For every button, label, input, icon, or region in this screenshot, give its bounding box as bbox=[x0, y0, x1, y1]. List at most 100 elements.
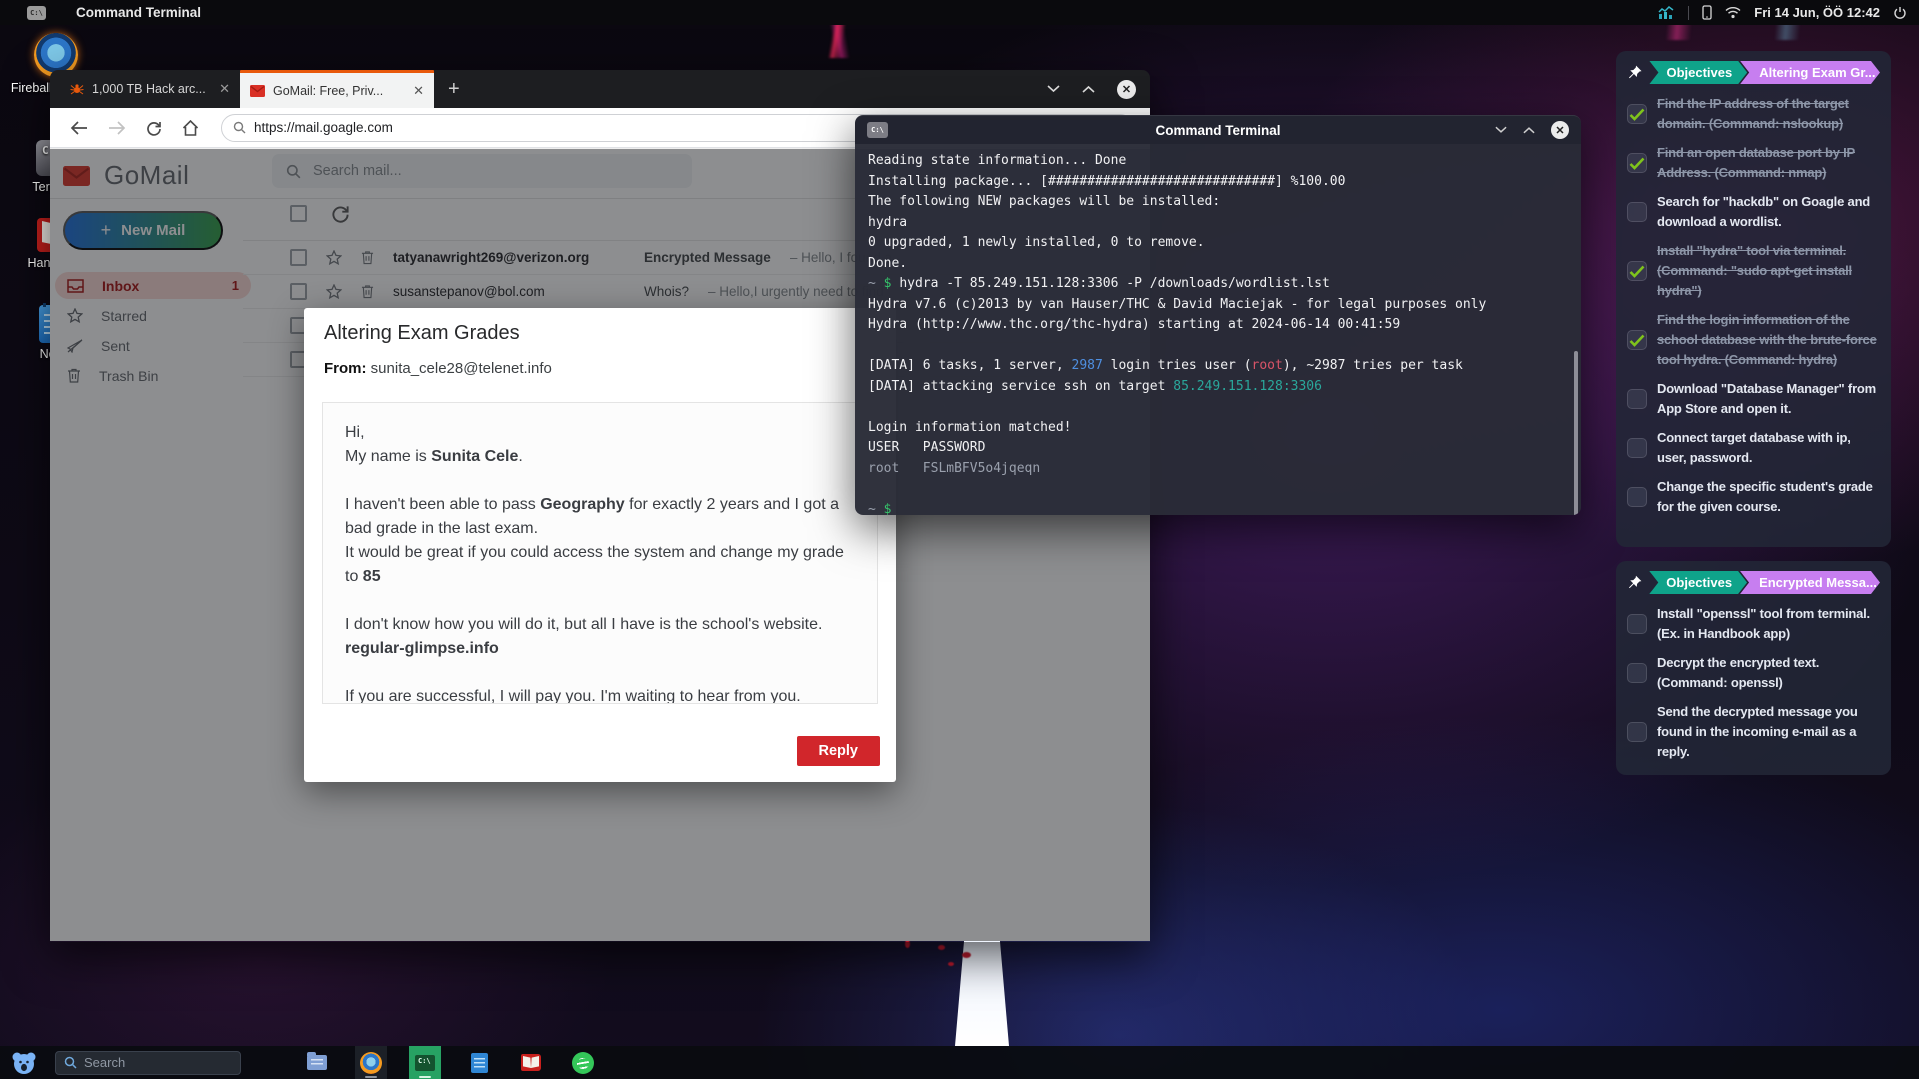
taskbar-fireball-browser-icon[interactable] bbox=[355, 1046, 387, 1079]
wallpaper-splatter bbox=[948, 962, 954, 966]
running-indicator bbox=[365, 1076, 377, 1078]
objective-item: Change the specific student's grade for … bbox=[1627, 477, 1880, 517]
taskbar-handbook-icon[interactable] bbox=[515, 1046, 547, 1079]
objective-text: Decrypt the encrypted text. (Command: op… bbox=[1657, 653, 1880, 693]
terminal-line: USER PASSWORD bbox=[868, 438, 1568, 459]
terminal-titlebar[interactable]: C:\ Command Terminal ✕ bbox=[855, 115, 1581, 144]
menubar-separator bbox=[1688, 6, 1689, 20]
taskbar: Search C:\ bbox=[0, 1046, 1919, 1079]
running-indicator bbox=[419, 1076, 431, 1078]
objective-text: Connect target database with ip, user, p… bbox=[1657, 428, 1880, 468]
terminal-line: Hydra v7.6 (c)2013 by van Hauser/THC & D… bbox=[868, 295, 1568, 316]
objective-text: Send the decrypted message you found in … bbox=[1657, 702, 1880, 762]
tab-title: GoMail: Free, Priv... bbox=[273, 84, 383, 98]
taskbar-files-icon[interactable] bbox=[301, 1046, 333, 1079]
terminal-line: ~ $ bbox=[868, 500, 1568, 516]
window-close-icon[interactable]: ✕ bbox=[1551, 121, 1569, 139]
objective-item: Download "Database Manager" from App Sto… bbox=[1627, 379, 1880, 419]
window-minimize-icon[interactable] bbox=[1495, 126, 1507, 134]
unchecked-checkbox bbox=[1627, 614, 1647, 634]
objective-item: Find an open database port by IP Address… bbox=[1627, 143, 1880, 183]
email-body: Hi, My name is Sunita Cele.I haven't bee… bbox=[322, 402, 878, 704]
objective-item: Find the IP address of the target domain… bbox=[1627, 94, 1880, 134]
objectives-list: Find the IP address of the target domain… bbox=[1627, 94, 1880, 517]
email-paragraph: I don't know how you will do it, but all… bbox=[345, 613, 855, 661]
objective-text: Search for "hackdb" on Goagle and downlo… bbox=[1657, 192, 1880, 232]
notes-icon bbox=[471, 1053, 488, 1073]
taskbar-terminal-icon[interactable]: C:\ bbox=[409, 1046, 441, 1079]
stats-icon[interactable] bbox=[1658, 6, 1675, 20]
window-maximize-icon[interactable] bbox=[1082, 85, 1095, 93]
window-close-icon[interactable]: ✕ bbox=[1117, 80, 1136, 99]
objective-text: Find the IP address of the target domain… bbox=[1657, 94, 1880, 134]
search-placeholder: Search bbox=[84, 1055, 125, 1070]
terminal-line: Hydra (http://www.thc.org/thc-hydra) sta… bbox=[868, 315, 1568, 336]
objective-item: Install "openssl" tool from terminal. (E… bbox=[1627, 604, 1880, 644]
power-icon[interactable] bbox=[1893, 6, 1907, 20]
pin-icon[interactable] bbox=[1627, 64, 1642, 81]
music-icon bbox=[572, 1052, 594, 1074]
pin-icon[interactable] bbox=[1627, 574, 1642, 591]
email-subject: Altering Exam Grades bbox=[324, 322, 520, 345]
objective-text: Download "Database Manager" from App Sto… bbox=[1657, 379, 1880, 419]
window-minimize-icon[interactable] bbox=[1047, 85, 1060, 93]
objective-item: Decrypt the encrypted text. (Command: op… bbox=[1627, 653, 1880, 693]
terminal-line: ~ $ hydra -T 85.249.151.128:3306 -P /dow… bbox=[868, 274, 1568, 295]
checked-checkbox bbox=[1627, 261, 1647, 281]
browser-tab-bar: 1,000 TB Hack arc... ✕ GoMail: Free, Pri… bbox=[50, 70, 1150, 108]
terminal-window: C:\ Command Terminal ✕ Reading state inf… bbox=[855, 115, 1581, 515]
forward-icon[interactable] bbox=[108, 121, 126, 135]
terminal-line: 0 upgraded, 1 newly installed, 0 to remo… bbox=[868, 233, 1568, 254]
taskbar-music-icon[interactable] bbox=[567, 1046, 599, 1079]
wifi-icon[interactable] bbox=[1725, 6, 1741, 19]
tab-close-icon[interactable]: ✕ bbox=[413, 83, 424, 99]
terminal-line bbox=[868, 397, 1568, 418]
terminal-line: Reading state information... Done bbox=[868, 151, 1568, 172]
checked-checkbox bbox=[1627, 153, 1647, 173]
new-tab-button[interactable]: + bbox=[434, 70, 474, 108]
terminal-line bbox=[868, 336, 1568, 357]
phone-icon[interactable] bbox=[1702, 5, 1712, 20]
checked-checkbox bbox=[1627, 104, 1647, 124]
handbook-icon bbox=[521, 1054, 541, 1071]
refresh-icon[interactable] bbox=[146, 120, 162, 136]
objectives-task-badge: Encrypted Messa... bbox=[1740, 571, 1880, 594]
terminal-line bbox=[868, 479, 1568, 500]
objective-text: Find the login information of the school… bbox=[1657, 310, 1880, 370]
unchecked-checkbox bbox=[1627, 487, 1647, 507]
terminal-window-icon: C:\ bbox=[867, 122, 888, 138]
back-icon[interactable] bbox=[70, 121, 88, 135]
objective-item: Install "hydra" tool via terminal. (Comm… bbox=[1627, 241, 1880, 301]
terminal-body[interactable]: Reading state information... DoneInstall… bbox=[855, 144, 1581, 515]
terminal-line: [DATA] 6 tasks, 1 server, 2987 login tri… bbox=[868, 356, 1568, 377]
menubar: C:\ Command Terminal Fri 14 Jun, ÖÖ 12:4… bbox=[0, 0, 1919, 25]
search-icon bbox=[64, 1056, 77, 1069]
email-paragraph: I haven't been able to pass Geography fo… bbox=[345, 493, 855, 589]
unchecked-checkbox bbox=[1627, 722, 1647, 742]
tab-hack-archive[interactable]: 1,000 TB Hack arc... ✕ bbox=[60, 70, 240, 108]
terminal-line: [DATA] attacking service ssh on target 8… bbox=[868, 377, 1568, 398]
url-text: https://mail.goagle.com bbox=[254, 120, 393, 135]
tab-close-icon[interactable]: ✕ bbox=[219, 81, 230, 97]
taskbar-notes-icon[interactable] bbox=[463, 1046, 495, 1079]
terminal-line: hydra bbox=[868, 213, 1568, 234]
window-maximize-icon[interactable] bbox=[1523, 126, 1535, 134]
wallpaper-splatter bbox=[962, 952, 971, 958]
folder-icon bbox=[307, 1055, 327, 1070]
objectives-task-badge: Altering Exam Gr... bbox=[1740, 61, 1880, 84]
objective-item: Find the login information of the school… bbox=[1627, 310, 1880, 370]
desktop-root: C:\ Command Terminal Fri 14 Jun, ÖÖ 12:4… bbox=[0, 0, 1919, 1079]
objectives-header-badge: Objectives bbox=[1649, 61, 1747, 84]
search-icon bbox=[233, 121, 246, 134]
home-icon[interactable] bbox=[182, 120, 199, 136]
objective-text: Install "hydra" tool via terminal. (Comm… bbox=[1657, 241, 1880, 301]
tab-title: 1,000 TB Hack arc... bbox=[92, 82, 206, 96]
tab-gomail[interactable]: GoMail: Free, Priv... ✕ bbox=[240, 70, 434, 108]
reply-button[interactable]: Reply bbox=[797, 736, 881, 766]
mail-icon bbox=[250, 85, 265, 97]
terminal-scrollbar[interactable] bbox=[1574, 351, 1578, 515]
unchecked-checkbox bbox=[1627, 438, 1647, 458]
start-menu-bear-icon[interactable] bbox=[11, 1051, 37, 1075]
terminal-line: Done. bbox=[868, 254, 1568, 275]
taskbar-search-input[interactable]: Search bbox=[55, 1051, 241, 1075]
